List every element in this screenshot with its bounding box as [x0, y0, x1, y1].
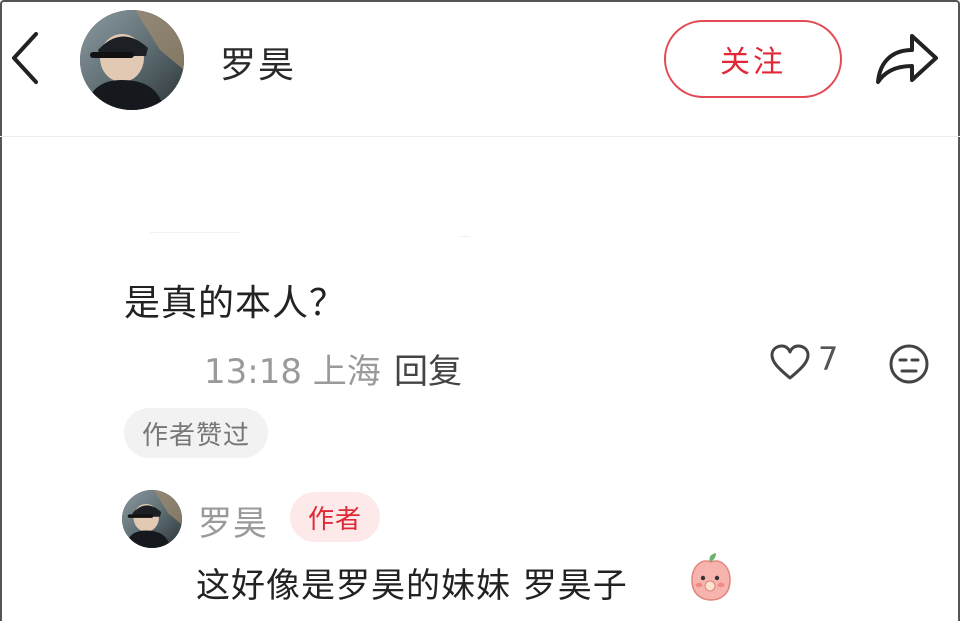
comment-time-location: 13:18 上海: [204, 352, 381, 392]
author-name[interactable]: 罗昊: [220, 36, 296, 88]
back-arrow-icon[interactable]: [6, 28, 46, 88]
author-avatar[interactable]: [80, 10, 184, 110]
reply-avatar[interactable]: [122, 490, 182, 548]
heart-icon[interactable]: [770, 344, 810, 382]
author-liked-badge: 作者赞过: [124, 408, 269, 458]
like-count: 7: [818, 340, 839, 378]
reply-author-name[interactable]: 罗昊: [198, 496, 268, 545]
reply-button[interactable]: 回复: [394, 344, 462, 393]
author-tag: 作者: [290, 492, 380, 542]
comment-text: 是真的本人？: [124, 283, 347, 324]
reply-text: 这好像是罗昊的妹妹 罗昊子: [196, 566, 628, 606]
peach-emoji-icon: [691, 553, 731, 601]
top-bar: 罗昊 关注: [0, 0, 960, 137]
share-icon[interactable]: [872, 28, 942, 88]
divider-line: [460, 236, 470, 237]
dislike-icon[interactable]: [888, 343, 930, 385]
follow-button[interactable]: 关注: [664, 20, 842, 98]
divider-line: [150, 232, 240, 233]
